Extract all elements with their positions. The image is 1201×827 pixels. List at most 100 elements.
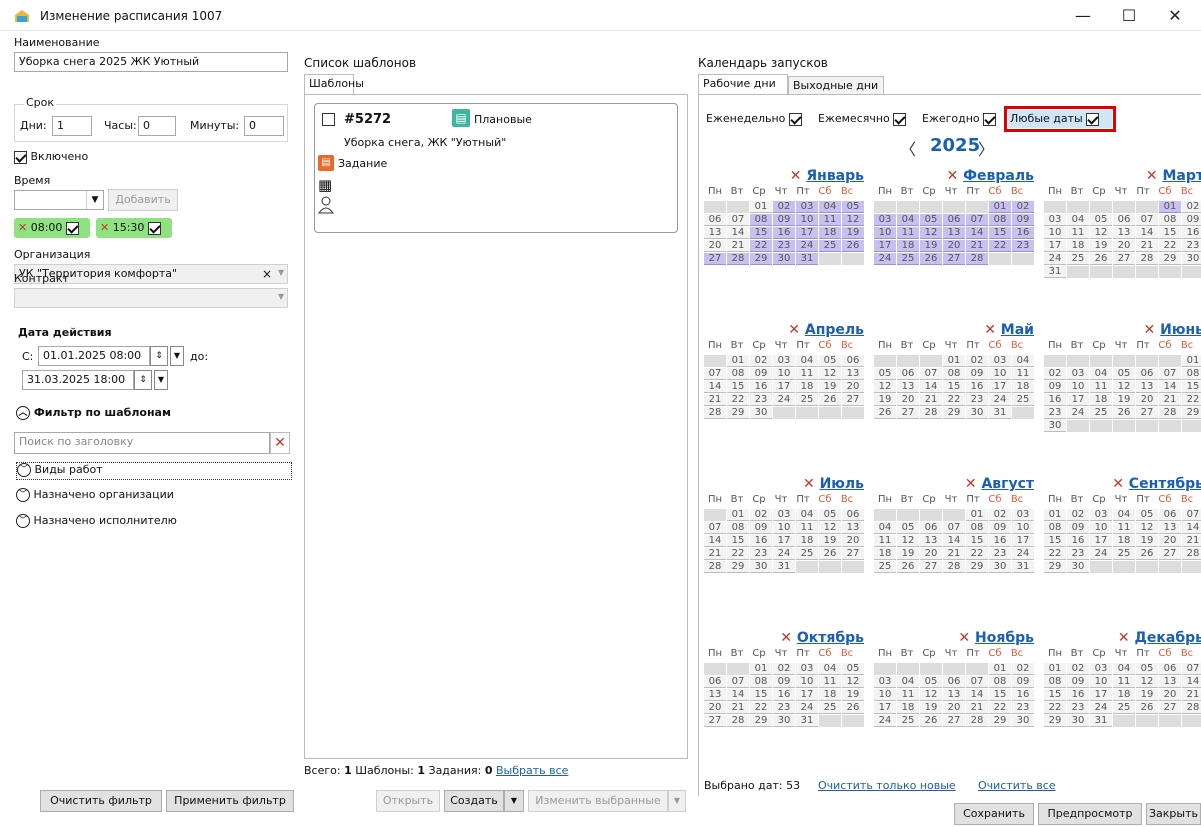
day-cell[interactable]: 20	[1159, 689, 1181, 701]
monthly-checkbox[interactable]	[893, 112, 907, 126]
hours-input[interactable]: 0	[138, 116, 176, 136]
day-cell[interactable]: 02	[773, 201, 795, 213]
day-cell[interactable]: 31	[1012, 561, 1034, 573]
day-cell[interactable]: 11	[1113, 676, 1135, 688]
day-cell[interactable]: 11	[819, 676, 841, 688]
day-cell[interactable]: 05	[1136, 509, 1158, 521]
day-cell[interactable]: 12	[842, 676, 864, 688]
day-cell[interactable]: 17	[1090, 535, 1112, 547]
time-chip-0800[interactable]: ✕ 08:00	[14, 218, 90, 238]
day-cell[interactable]: 30	[1182, 253, 1201, 265]
day-cell[interactable]: 15	[989, 689, 1011, 701]
day-cell[interactable]: 20	[920, 548, 942, 560]
day-cell[interactable]: 15	[1182, 381, 1201, 393]
day-cell[interactable]: 15	[989, 227, 1011, 239]
day-cell[interactable]: 28	[727, 253, 749, 265]
day-cell[interactable]: 07	[1136, 214, 1158, 226]
day-cell[interactable]: 27	[943, 253, 965, 265]
day-cell[interactable]: 07	[943, 522, 965, 534]
day-cell[interactable]: 23	[773, 702, 795, 714]
clear-month-icon[interactable]: ✕	[1146, 168, 1163, 184]
day-cell[interactable]: 09	[1012, 676, 1034, 688]
day-cell[interactable]: 04	[1012, 355, 1034, 367]
day-cell[interactable]: 29	[1182, 407, 1201, 419]
day-cell[interactable]: 12	[842, 214, 864, 226]
day-cell[interactable]: 07	[727, 214, 749, 226]
day-cell[interactable]: 08	[750, 676, 772, 688]
day-cell[interactable]: 16	[1067, 535, 1089, 547]
day-cell[interactable]: 05	[819, 509, 841, 521]
day-cell[interactable]: 15	[750, 689, 772, 701]
day-cell[interactable]: 11	[819, 214, 841, 226]
day-cell[interactable]: 26	[920, 715, 942, 727]
day-cell[interactable]: 26	[1136, 548, 1158, 560]
day-cell[interactable]: 03	[874, 676, 896, 688]
clear-month-icon[interactable]: ✕	[965, 476, 982, 492]
day-cell[interactable]: 05	[842, 201, 864, 213]
remove-time-icon[interactable]: ✕	[100, 221, 109, 234]
day-cell[interactable]: 08	[943, 368, 965, 380]
day-cell[interactable]: 28	[966, 253, 988, 265]
day-cell[interactable]: 25	[897, 253, 919, 265]
day-cell[interactable]: 06	[842, 509, 864, 521]
clear-month-icon[interactable]: ✕	[1112, 476, 1129, 492]
day-cell[interactable]: 17	[773, 381, 795, 393]
day-cell[interactable]: 04	[1067, 214, 1089, 226]
day-cell[interactable]: 01	[1044, 509, 1066, 521]
day-cell[interactable]: 07	[1182, 509, 1201, 521]
tab-templates[interactable]: Шаблоны	[304, 74, 364, 94]
day-cell[interactable]: 22	[989, 240, 1011, 252]
day-cell[interactable]: 08	[1044, 676, 1066, 688]
day-cell[interactable]: 02	[773, 663, 795, 675]
day-cell[interactable]: 30	[1067, 715, 1089, 727]
day-cell[interactable]: 02	[989, 509, 1011, 521]
day-cell[interactable]: 14	[704, 381, 726, 393]
time-chip-1530[interactable]: ✕ 15:30	[96, 218, 172, 238]
day-cell[interactable]: 12	[897, 535, 919, 547]
day-cell[interactable]: 27	[842, 548, 864, 560]
day-cell[interactable]: 18	[1113, 535, 1135, 547]
org-clear-icon[interactable]: ×	[262, 267, 272, 281]
day-cell[interactable]: 20	[842, 535, 864, 547]
day-cell[interactable]: 07	[727, 676, 749, 688]
day-cell[interactable]: 19	[1090, 240, 1112, 252]
day-cell[interactable]: 26	[1113, 407, 1135, 419]
create-dropdown-icon[interactable]: ▼	[504, 790, 524, 812]
day-cell[interactable]: 19	[1136, 689, 1158, 701]
day-cell[interactable]: 21	[1136, 240, 1158, 252]
day-cell[interactable]: 24	[1090, 548, 1112, 560]
day-cell[interactable]: 14	[966, 689, 988, 701]
month-name-link[interactable]: Сентябрь	[1129, 476, 1201, 492]
open-button[interactable]: Открыть	[376, 790, 440, 812]
day-cell[interactable]: 23	[773, 240, 795, 252]
day-cell[interactable]: 15	[1044, 535, 1066, 547]
day-cell[interactable]: 09	[1067, 522, 1089, 534]
day-cell[interactable]: 07	[1182, 663, 1201, 675]
day-cell[interactable]: 23	[989, 548, 1011, 560]
day-cell[interactable]: 11	[1090, 381, 1112, 393]
apply-filter-button[interactable]: Применить фильтр	[166, 790, 294, 812]
day-cell[interactable]: 27	[1159, 702, 1181, 714]
day-cell[interactable]: 21	[727, 702, 749, 714]
day-cell[interactable]: 30	[989, 561, 1011, 573]
day-cell[interactable]: 17	[796, 689, 818, 701]
day-cell[interactable]: 18	[1012, 381, 1034, 393]
day-cell[interactable]: 04	[819, 663, 841, 675]
day-cell[interactable]: 05	[920, 214, 942, 226]
day-cell[interactable]: 17	[1090, 689, 1112, 701]
day-cell[interactable]: 11	[1113, 522, 1135, 534]
day-cell[interactable]: 20	[1113, 240, 1135, 252]
day-cell[interactable]: 29	[989, 715, 1011, 727]
filter-yearly[interactable]: Ежегодно	[922, 112, 997, 126]
day-cell[interactable]: 02	[750, 355, 772, 367]
tab-workdays[interactable]: Рабочие дни	[698, 74, 788, 94]
select-all-link[interactable]: Выбрать все	[496, 764, 568, 777]
day-cell[interactable]: 23	[1012, 240, 1034, 252]
day-cell[interactable]: 14	[704, 535, 726, 547]
day-cell[interactable]: 17	[989, 381, 1011, 393]
day-cell[interactable]: 25	[1113, 702, 1135, 714]
day-cell[interactable]: 24	[1090, 702, 1112, 714]
day-cell[interactable]: 01	[727, 355, 749, 367]
clear-month-icon[interactable]: ✕	[984, 322, 1001, 338]
day-cell[interactable]: 10	[989, 368, 1011, 380]
